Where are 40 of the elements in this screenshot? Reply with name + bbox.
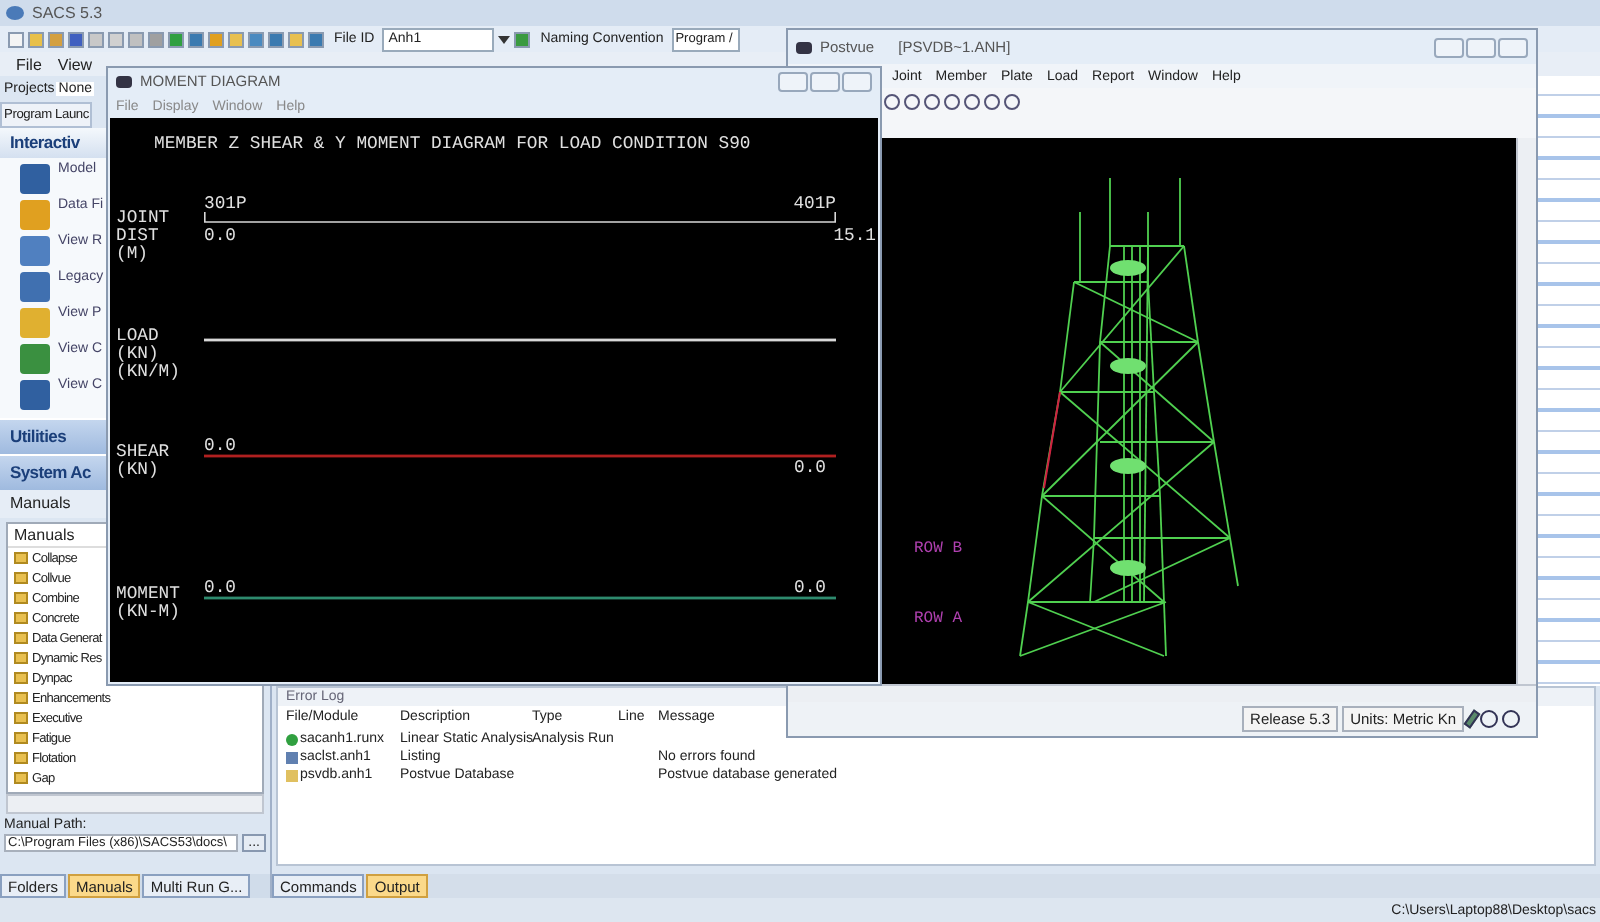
section-header[interactable]: Interactiv bbox=[10, 132, 80, 152]
row-label: ROW A bbox=[914, 610, 963, 628]
group-header[interactable]: Utilities bbox=[10, 426, 67, 446]
program-icon[interactable] bbox=[20, 163, 50, 193]
maximize-button[interactable] bbox=[810, 71, 840, 91]
value-label: 0.0 bbox=[204, 578, 236, 598]
run-icon bbox=[286, 733, 298, 745]
scrollbar[interactable] bbox=[6, 794, 264, 814]
minimize-button[interactable] bbox=[1434, 37, 1464, 57]
window-title: SACS 5.3 bbox=[32, 4, 103, 22]
app-icon bbox=[6, 6, 24, 20]
menu-item[interactable]: View bbox=[57, 55, 93, 73]
minimize-button[interactable] bbox=[778, 71, 808, 91]
program-icon[interactable] bbox=[20, 343, 50, 373]
axis-label: SHEAR (KN) bbox=[116, 442, 170, 480]
maximize-button[interactable] bbox=[1466, 37, 1496, 57]
axis-label: JOINT DIST (M) bbox=[116, 208, 170, 264]
close-button[interactable] bbox=[1498, 37, 1528, 57]
scrollbar[interactable] bbox=[788, 684, 1536, 702]
distance-value: 0.0 bbox=[204, 226, 236, 246]
value-label: 0.0 bbox=[794, 458, 826, 478]
folder-icon bbox=[286, 769, 298, 781]
diagram-heading: MEMBER Z SHEAR & Y MOMENT DIAGRAM FOR LOAD CONDITION S90 bbox=[154, 134, 751, 154]
group-header[interactable]: System Ac bbox=[10, 462, 91, 482]
joint-label: 401P bbox=[793, 194, 836, 214]
axis-label: LOAD (KN) (KN/M) bbox=[116, 326, 180, 382]
axis-label: MOMENT (KN-M) bbox=[116, 584, 180, 622]
program-icon[interactable] bbox=[20, 271, 50, 301]
document-icon bbox=[286, 751, 298, 763]
scrollbar[interactable] bbox=[1516, 138, 1536, 684]
caret-icon[interactable] bbox=[498, 35, 511, 43]
joint-label: 301P bbox=[204, 194, 247, 214]
value-label: 0.0 bbox=[794, 578, 826, 598]
row-label: ROW B bbox=[914, 540, 963, 558]
program-icon[interactable] bbox=[20, 379, 50, 409]
close-button[interactable] bbox=[842, 71, 872, 91]
distance-value: 15.1 bbox=[833, 226, 876, 246]
menu-item[interactable]: File bbox=[16, 55, 42, 73]
program-icon[interactable] bbox=[20, 235, 50, 265]
value-label: 0.0 bbox=[204, 436, 236, 456]
